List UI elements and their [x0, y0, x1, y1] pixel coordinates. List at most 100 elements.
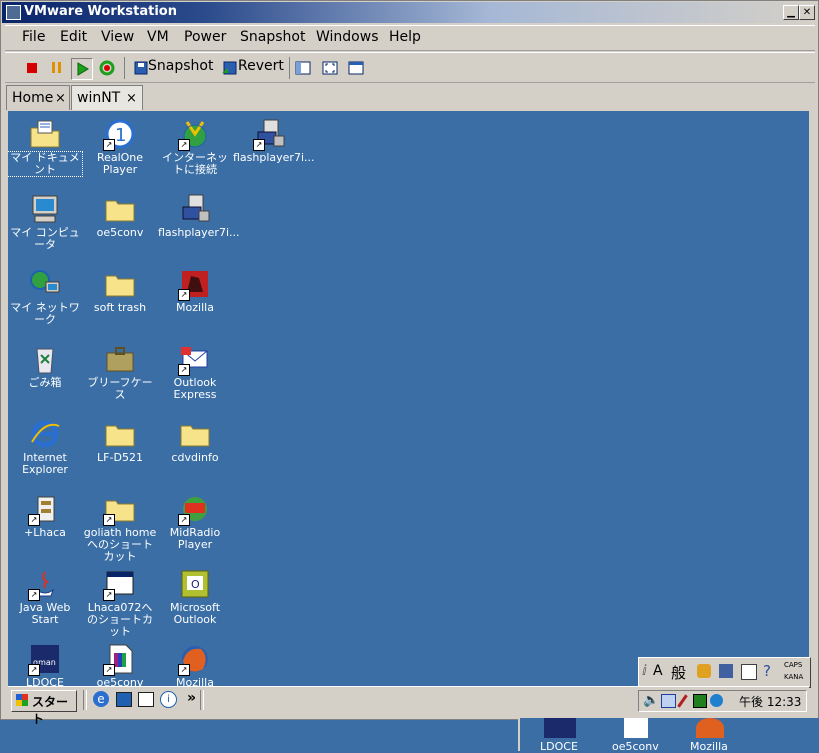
- desktop-icon[interactable]: ごみ箱: [8, 338, 82, 410]
- desktop-icon[interactable]: soft trash: [83, 263, 157, 335]
- desktop-icon[interactable]: ↗ Java Web Start: [8, 563, 82, 635]
- menu-windows[interactable]: Windows: [316, 29, 379, 45]
- menu-view[interactable]: View: [101, 29, 134, 45]
- menu-file[interactable]: File: [22, 29, 45, 45]
- caps-indicator: CAPS: [784, 661, 803, 669]
- quicklaunch-ie-icon[interactable]: e: [93, 691, 109, 707]
- minimize-button[interactable]: ▁: [783, 5, 799, 20]
- ie-icon: [29, 418, 61, 450]
- desktop-icon[interactable]: ↗ oe5conv: [83, 638, 157, 686]
- menu-edit[interactable]: Edit: [60, 29, 87, 45]
- title-bar[interactable]: VMware Workstation ▁ ✕: [2, 2, 817, 23]
- power-off-button[interactable]: [22, 58, 42, 78]
- window-title: VMware Workstation: [24, 4, 177, 19]
- desktop-icon[interactable]: gman ↗ LDOCE: [8, 638, 82, 686]
- desktop-icon-label: LDOCE: [26, 676, 64, 687]
- desktop-icon[interactable]: oe5conv: [83, 188, 157, 260]
- desktop-icon[interactable]: ↗ Outlook Express: [158, 338, 232, 410]
- ime-kanji-label[interactable]: 般: [671, 662, 686, 683]
- lhaca-icon: ↗: [28, 493, 61, 526]
- tab-winnt-close-icon[interactable]: ×: [126, 91, 137, 106]
- desktop-icon-label: MidRadio Player: [169, 526, 221, 551]
- peek-label-oe5conv: oe5conv: [612, 740, 659, 753]
- kana-indicator: KANA: [784, 673, 804, 681]
- network-icon: [29, 268, 61, 300]
- desktop-icon[interactable]: ↗ インターネットに接続: [158, 113, 232, 185]
- clock[interactable]: 午後 12:33: [739, 693, 801, 710]
- desktop-icon[interactable]: Internet Explorer: [8, 413, 82, 485]
- menu-vm[interactable]: VM: [147, 29, 169, 45]
- shortcut-arrow-icon: ↗: [103, 514, 115, 526]
- full-screen-button[interactable]: [320, 58, 340, 78]
- windows-logo-icon: [16, 694, 28, 706]
- menu-snapshot[interactable]: Snapshot: [240, 29, 305, 45]
- shortcut-arrow-icon: ↗: [253, 139, 265, 151]
- menu-power[interactable]: Power: [184, 29, 226, 45]
- desktop-icon[interactable]: flashplayer7i...: [158, 188, 240, 260]
- quicklaunch-outlook-icon[interactable]: [116, 692, 132, 707]
- folder-icon: [179, 418, 211, 450]
- close-icon[interactable]: ✕: [799, 5, 815, 20]
- pause-icon: [52, 62, 55, 73]
- window-icon: ↗: [103, 568, 136, 601]
- ime-help-icon[interactable]: ?: [763, 662, 771, 680]
- firefox-icon: ↗: [178, 643, 211, 676]
- power-on-button[interactable]: [71, 58, 93, 80]
- desktop-icon[interactable]: ↗ MidRadio Player: [158, 488, 232, 560]
- outlook-icon: O: [179, 568, 211, 600]
- desktop-icon[interactable]: マイ ドキュメント: [8, 113, 83, 185]
- desktop-icon-label: soft trash: [93, 301, 147, 314]
- network-status-icon[interactable]: [693, 694, 707, 708]
- shortcut-arrow-icon: ↗: [178, 139, 190, 151]
- menu-help[interactable]: Help: [389, 29, 421, 45]
- guest-desktop[interactable]: マイ ドキュメント 1 ↗ RealOne Player ↗ インターネットに接続 ↗ fla…: [8, 111, 809, 686]
- sidebar-toggle-button[interactable]: [293, 58, 313, 78]
- start-label: スタート: [32, 695, 69, 726]
- desktop-icon[interactable]: ↗ +Lhaca: [8, 488, 82, 560]
- ime-dictionary-icon[interactable]: [741, 664, 757, 680]
- desktop-icon[interactable]: LF-D521: [83, 413, 157, 485]
- peek-firefox-icon: [696, 718, 724, 738]
- suspend-button[interactable]: [47, 58, 67, 78]
- desktop-icon[interactable]: ブリーフケース: [83, 338, 157, 410]
- desktop-icon[interactable]: cdvdinfo: [158, 413, 232, 485]
- display-icon[interactable]: [661, 694, 676, 708]
- toolbar-separator: [124, 57, 125, 79]
- quicklaunch-realone-icon[interactable]: i: [160, 691, 177, 708]
- volume-icon[interactable]: 🔈: [643, 693, 659, 708]
- desktop-icon[interactable]: 1 ↗ RealOne Player: [83, 113, 157, 185]
- shortcut-arrow-icon: ↗: [178, 664, 190, 676]
- tab-home[interactable]: Home ×: [6, 85, 70, 110]
- pen-icon[interactable]: [677, 694, 688, 708]
- shortcut-arrow-icon: ↗: [28, 514, 40, 526]
- ime-mode-icon[interactable]: A: [653, 663, 663, 679]
- quick-switch-button[interactable]: [346, 58, 366, 78]
- quicklaunch-desktop-icon[interactable]: [138, 692, 154, 707]
- tab-winnt[interactable]: winNT ×: [71, 85, 143, 110]
- globe-icon[interactable]: [710, 694, 723, 707]
- desktop-icon[interactable]: ↗ flashplayer7i...: [233, 113, 315, 185]
- ime-pad-icon[interactable]: [719, 664, 733, 678]
- desktop-icon[interactable]: O Microsoft Outlook: [158, 563, 232, 635]
- revert-button[interactable]: Revert: [238, 58, 284, 74]
- vmware-app-icon: [6, 5, 21, 20]
- snapshot-button[interactable]: Snapshot: [148, 58, 213, 74]
- start-button[interactable]: スタート: [11, 690, 77, 726]
- desktop-icon-label: Mozilla: [176, 676, 214, 687]
- desktop-icon[interactable]: ↗ Mozilla: [158, 263, 232, 335]
- desktop-icon[interactable]: マイ コンピュータ: [8, 188, 82, 260]
- mozilla-icon: ↗: [178, 268, 211, 301]
- tab-home-close-icon[interactable]: ×: [55, 91, 66, 106]
- quicklaunch-more-icon[interactable]: »: [187, 690, 196, 706]
- ime-tool-icon[interactable]: [697, 664, 711, 678]
- revert-icon: [219, 58, 239, 78]
- desktop-icon-label: マイ コンピュータ: [10, 226, 80, 251]
- desktop-icon[interactable]: ↗ goliath home へのショートカット: [83, 488, 157, 563]
- reset-button[interactable]: [97, 58, 117, 78]
- desktop-icon-label: マイ ネットワーク: [10, 301, 80, 326]
- desktop-icon[interactable]: ↗ Mozilla: [158, 638, 232, 686]
- desktop-icon[interactable]: マイ ネットワーク: [8, 263, 82, 335]
- guest-taskbar: スタート e i » 🔈 午後 12:33: [8, 686, 809, 726]
- ime-handle-icon[interactable]: ⅈ: [642, 663, 647, 679]
- desktop-icon[interactable]: ↗ Lhaca072へのショートカット: [83, 563, 157, 638]
